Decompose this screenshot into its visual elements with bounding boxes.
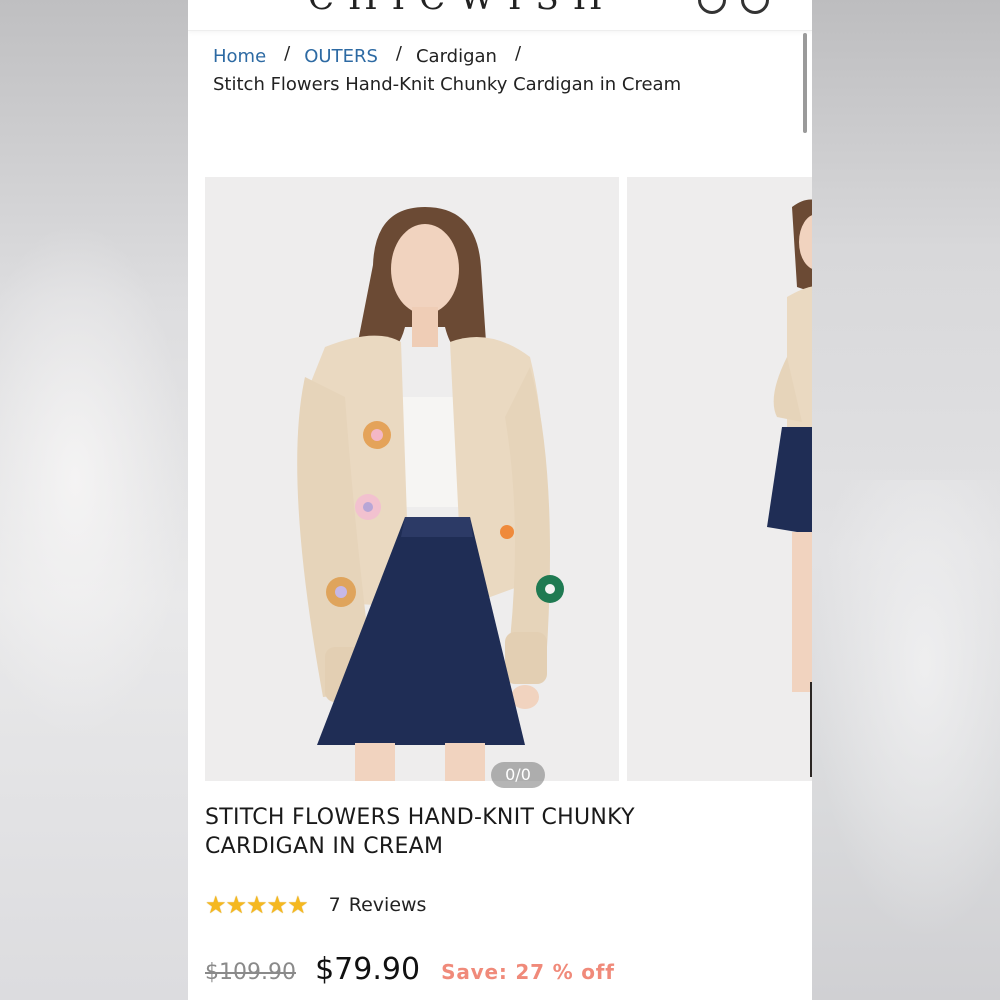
background-right-highlight [812,480,1000,940]
phone-screen: CHICWISH Home / OUTERS / Cardigan / Stitch Fl… [188,0,812,1000]
model-side-illustration [627,177,812,781]
brand-logo[interactable]: CHICWISH [308,0,616,18]
breadcrumb: Home / OUTERS / Cardigan / Stitch Flowers Han… [213,43,793,99]
breadcrumb-separator: / [395,43,402,64]
scrollbar[interactable] [803,33,807,133]
original-price: $109.90 [205,960,296,985]
save-badge: Save: 27 % off [441,960,615,984]
background-left-highlight [0,220,188,740]
sale-price: $79.90 [315,952,421,987]
breadcrumb-home-link[interactable]: Home [213,46,266,67]
rating-stars: ★★★★★ [205,891,309,919]
account-icon[interactable] [741,0,770,14]
review-count: 7 [328,894,341,916]
breadcrumb-cardigan-link[interactable]: Cardigan [416,46,497,67]
breadcrumb-separator: / [514,43,522,64]
breadcrumb-separator: / [284,43,291,64]
model-side-image[interactable] [627,177,812,781]
flower-orange [363,421,391,449]
header-icons [698,0,779,18]
review-label: Reviews [348,894,427,916]
product-title: STITCH FLOWERS HAND-KNIT CHUNKY CARDIGAN… [205,803,785,861]
product-title-line-2: CARDIGAN IN CREAM [205,834,444,859]
gallery-counter: 0/0 [491,762,545,788]
model-front-illustration [205,177,619,781]
product-rating[interactable]: ★★★★★ 7 Reviews [205,892,426,920]
breadcrumb-outers-link[interactable]: OUTERS [304,46,378,67]
price-block: $109.90 $79.90 Save: 27 % off [205,952,615,992]
product-title-line-1: STITCH FLOWERS HAND-KNIT CHUNKY [205,805,635,830]
flower-green [536,575,564,603]
top-header-bar: CHICWISH [188,0,812,31]
flower-yellow [326,577,356,607]
star-icon: ★ [205,891,227,919]
search-icon[interactable] [698,0,726,14]
flower-pink [355,494,381,520]
product-image-gallery[interactable]: 0/0 [205,177,812,788]
model-front-image[interactable] [205,177,619,781]
reviews-link[interactable]: 7 Reviews [329,894,427,916]
star-icon: ★ [246,891,268,919]
breadcrumb-current-page: Stitch Flowers Hand-Knit Chunky Cardigan… [213,74,682,95]
star-icon: ★ [225,891,248,919]
star-icon: ★ [287,891,309,919]
star-icon: ★ [266,891,289,919]
